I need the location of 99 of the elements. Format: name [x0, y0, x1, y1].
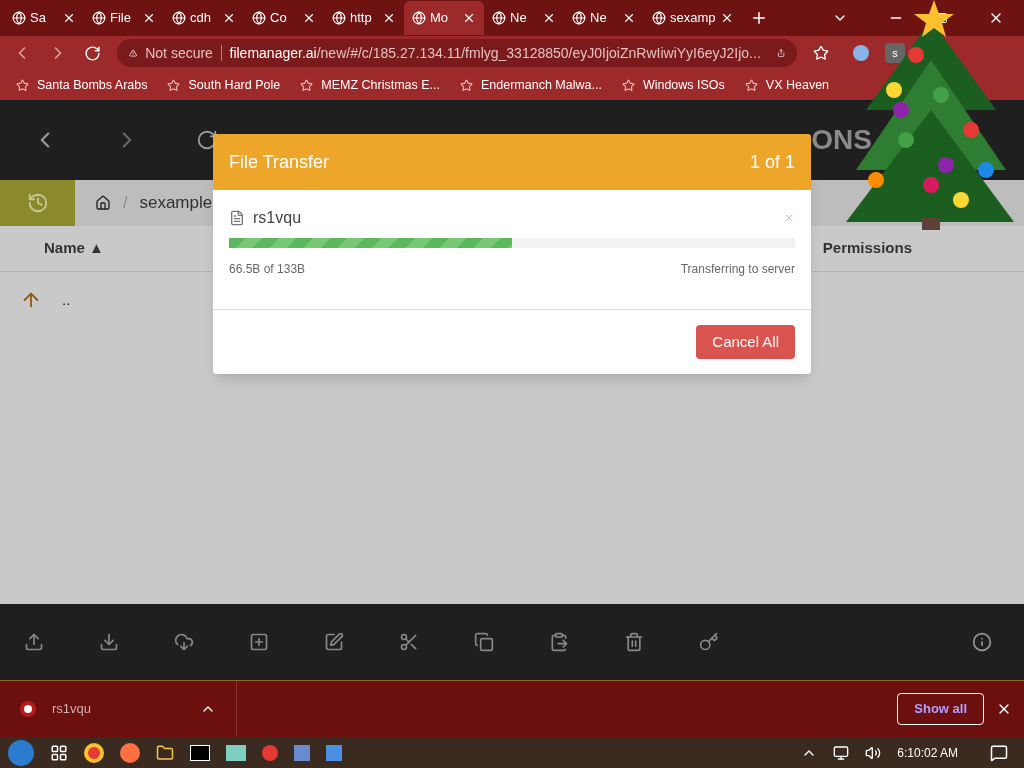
- key-icon[interactable]: [699, 632, 719, 652]
- file-name: rs1vqu: [253, 208, 302, 228]
- transfer-counter: 1 of 1: [749, 150, 795, 174]
- breadcrumb-separator: /: [123, 193, 128, 213]
- paste-icon[interactable]: [549, 632, 569, 652]
- browser-tab[interactable]: cdh: [164, 1, 244, 35]
- info-icon[interactable]: [972, 632, 992, 652]
- address-bar[interactable]: Not secure filemanager.ai/new/#/c/185.27.134.11/fmlyg_33128850/eyJ0IjoiZnRwIiwiYyI6eyJ2Ijo...: [117, 39, 797, 67]
- browser-tab[interactable]: Ne: [564, 1, 644, 35]
- star-icon: [300, 78, 314, 92]
- star-icon: [16, 78, 29, 92]
- edit-icon[interactable]: [324, 632, 344, 652]
- browser-taskbar-icon[interactable]: [84, 742, 104, 763]
- share-icon[interactable]: [776, 46, 785, 60]
- progress-text: 66.5B of 133B: [229, 261, 306, 278]
- browser-tab[interactable]: Ne: [484, 1, 564, 35]
- tab-title: Sa: [30, 9, 47, 28]
- globe-icon: [92, 11, 106, 25]
- logo: ONS: [811, 123, 872, 157]
- tab-title: cdh: [190, 9, 212, 28]
- globe-icon: [572, 11, 586, 25]
- network-icon[interactable]: [833, 744, 850, 761]
- close-icon[interactable]: [622, 11, 636, 25]
- file-name[interactable]: ..: [62, 288, 71, 312]
- upload-icon[interactable]: [24, 632, 44, 652]
- bookmark[interactable]: MEMZ Christmas E...: [300, 75, 440, 95]
- copy-icon[interactable]: [474, 632, 494, 652]
- globe-icon: [492, 11, 506, 25]
- cloud-download-icon[interactable]: [174, 632, 194, 652]
- globe-icon: [652, 11, 666, 25]
- breadcrumb-item[interactable]: sexample: [139, 190, 213, 216]
- bookmark[interactable]: South Hard Pole: [167, 75, 281, 95]
- app-taskbar-icon[interactable]: [326, 744, 342, 761]
- close-icon[interactable]: [302, 11, 316, 25]
- close-icon[interactable]: [62, 11, 76, 25]
- show-all-button[interactable]: Show all: [897, 693, 984, 725]
- browser-tab[interactable]: Sa: [4, 1, 84, 35]
- firefox-taskbar-icon[interactable]: [120, 742, 140, 763]
- app-taskbar-icon[interactable]: [226, 744, 246, 761]
- bookmark-star-icon[interactable]: [813, 45, 829, 61]
- star-icon: [167, 78, 181, 92]
- tab-title: Mo: [430, 9, 450, 28]
- globe-icon: [332, 11, 346, 25]
- globe-icon: [252, 11, 266, 25]
- reload-icon[interactable]: [84, 44, 101, 62]
- close-icon[interactable]: [222, 11, 236, 25]
- browser-tab[interactable]: File: [84, 1, 164, 35]
- close-icon[interactable]: [382, 11, 396, 25]
- clock[interactable]: 6:10:02 AM: [897, 743, 958, 762]
- tab-title: sexamp: [670, 9, 716, 28]
- tab-title: Co: [270, 9, 288, 28]
- history-icon: [26, 192, 49, 214]
- status-text: Transferring to server: [680, 261, 795, 278]
- globe-icon: [12, 11, 26, 25]
- browser-tab[interactable]: sexamp: [644, 1, 742, 35]
- tab-title: Ne: [510, 9, 528, 28]
- task-view-icon[interactable]: [50, 743, 68, 762]
- url-text: filemanager.ai/new/#/c/185.27.134.11/fmlyg_33128850/eyJ0IjoiZnRwIiwiYyI6eyJ2Ijo...: [229, 43, 761, 63]
- column-header[interactable]: Name ▲: [44, 237, 104, 260]
- home-icon[interactable]: [95, 195, 111, 211]
- bookmark[interactable]: Santa Bombs Arabs: [16, 75, 148, 95]
- browser-tab[interactable]: Co: [244, 1, 324, 35]
- volume-icon[interactable]: [865, 744, 882, 761]
- trash-icon[interactable]: [624, 632, 644, 652]
- add-icon[interactable]: [249, 632, 269, 652]
- archive-taskbar-icon[interactable]: [190, 744, 210, 761]
- download-file-icon: [20, 701, 36, 717]
- globe-icon: [412, 11, 426, 25]
- warning-icon: [129, 46, 138, 60]
- security-label: Not secure: [145, 43, 213, 63]
- column-header[interactable]: Permissions: [822, 237, 912, 260]
- notifications-icon[interactable]: [990, 743, 1008, 762]
- tab-title: File: [110, 9, 132, 28]
- download-item[interactable]: rs1vqu: [52, 699, 92, 719]
- globe-icon: [172, 11, 186, 25]
- cancel-all-button[interactable]: Cancel All: [696, 325, 795, 359]
- dialog-title: File Transfer: [229, 150, 330, 174]
- tab-title: Ne: [590, 9, 608, 28]
- start-button[interactable]: [8, 739, 34, 766]
- star-icon: [460, 78, 473, 92]
- bookmark[interactable]: Windows ISOs: [621, 75, 725, 95]
- browser-tab[interactable]: Mo: [404, 1, 484, 35]
- browser-tab[interactable]: http: [324, 1, 404, 35]
- cut-icon[interactable]: [399, 632, 419, 652]
- app-taskbar-icon[interactable]: [294, 744, 310, 761]
- bookmark[interactable]: Endermanch Malwa...: [460, 75, 602, 95]
- star-icon: [744, 78, 758, 92]
- app-taskbar-icon[interactable]: [262, 744, 278, 761]
- extension-icon[interactable]: [853, 45, 869, 61]
- file-icon: [229, 210, 245, 226]
- extension-badge[interactable]: s: [885, 43, 905, 63]
- folder-icon[interactable]: [156, 743, 174, 762]
- download-icon[interactable]: [99, 632, 119, 652]
- star-icon: [621, 78, 635, 92]
- close-icon[interactable]: [462, 11, 476, 25]
- tab-title: http: [350, 9, 373, 28]
- close-icon[interactable]: [542, 11, 556, 25]
- close-icon[interactable]: [142, 11, 156, 25]
- bookmark[interactable]: VX Heaven: [744, 75, 830, 95]
